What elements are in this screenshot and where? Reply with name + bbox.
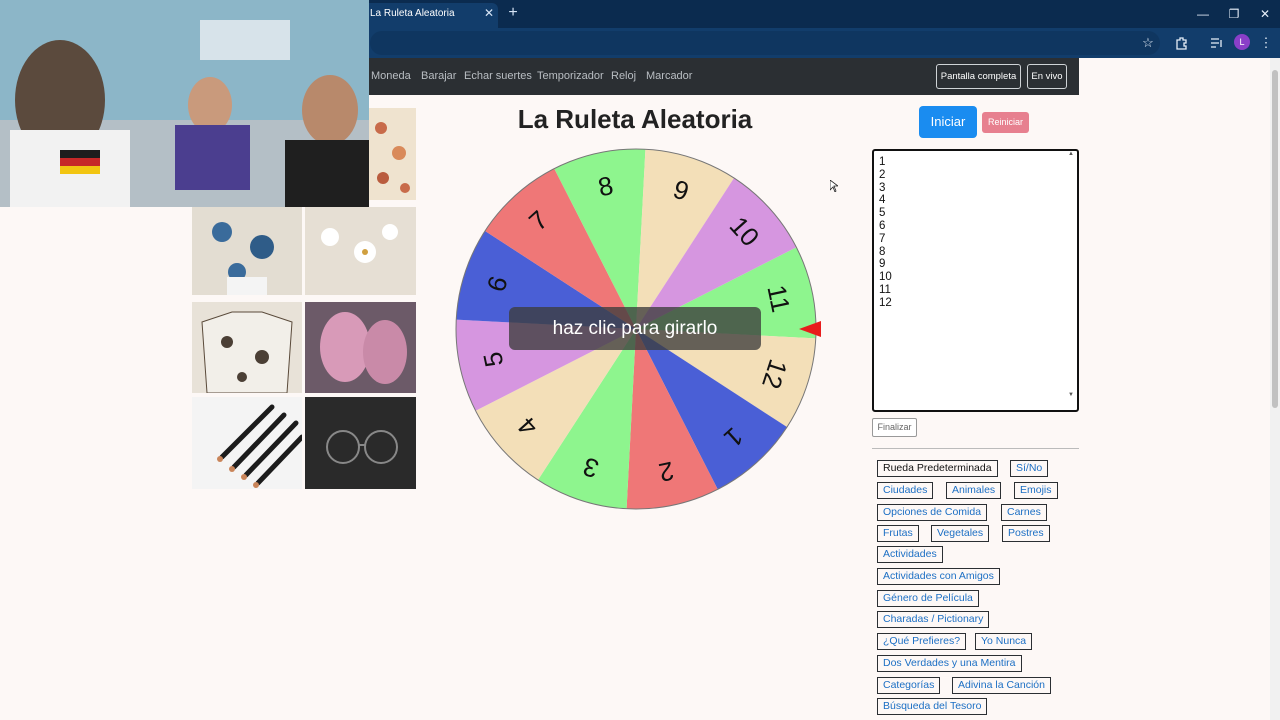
entry-line: 7 [879, 232, 886, 245]
preset-button[interactable]: Dos Verdades y una Mentira [877, 655, 1022, 672]
restore-icon[interactable]: ❐ [1221, 4, 1247, 24]
webcam-overlay [0, 0, 369, 207]
profile-avatar[interactable]: L [1234, 34, 1250, 50]
preset-button[interactable]: Ciudades [877, 482, 934, 499]
preset-button[interactable]: Búsqueda del Tesoro [877, 698, 988, 715]
ad-image-brush-pens[interactable] [192, 397, 302, 489]
address-bar[interactable] [370, 31, 1160, 55]
scroll-up-icon[interactable]: ▲ [1068, 151, 1074, 157]
preset-button[interactable]: Yo Nunca [975, 633, 1033, 650]
finish-button[interactable]: Finalizar [872, 418, 917, 437]
preset-button[interactable]: Actividades con Amigos [877, 568, 1000, 585]
wheel-pointer-icon [799, 321, 821, 337]
entry-line: 2 [879, 168, 886, 181]
ad-image-floral-top[interactable] [192, 207, 302, 295]
entry-line: 11 [879, 283, 891, 296]
preset-button[interactable]: Opciones de Comida [877, 504, 988, 521]
nav-link-temporizador[interactable]: Temporizador [537, 70, 604, 82]
nav-link-marcador[interactable]: Marcador [646, 70, 692, 82]
preset-button[interactable]: ¿Qué Prefieres? [877, 633, 967, 650]
entry-line: 5 [879, 207, 886, 220]
page-title: La Ruleta Aleatoria [517, 104, 753, 134]
ad-image-pink-shoes[interactable] [305, 302, 416, 393]
entry-line: 9 [879, 258, 886, 271]
nav-link-moneda[interactable]: Moneda [371, 70, 411, 82]
divider [872, 448, 1079, 449]
extensions-icon[interactable] [1172, 33, 1192, 53]
ad-image-glasses[interactable] [305, 397, 416, 489]
preset-button[interactable]: Actividades [877, 546, 943, 563]
entries-textarea[interactable]: 1 2 3 4 5 6 7 8 9 10 11 12 [872, 149, 1079, 412]
start-button[interactable]: Iniciar [919, 106, 977, 138]
preset-button[interactable]: Género de Película [877, 590, 979, 607]
entry-line: 6 [879, 219, 886, 232]
browser-tab[interactable]: La Ruleta Aleatoria [362, 3, 498, 28]
ad-image-printed-blouse[interactable] [192, 302, 302, 393]
preset-button[interactable]: Postres [1002, 525, 1050, 542]
preset-button[interactable]: Carnes [1001, 504, 1047, 521]
entry-line: 4 [879, 194, 886, 207]
page-scrollbar-thumb[interactable] [1272, 70, 1278, 408]
new-tab-icon[interactable]: + [505, 5, 521, 21]
preset-button[interactable]: Rueda Predeterminada [877, 460, 998, 477]
entry-line: 3 [879, 181, 886, 194]
preset-button[interactable]: Emojis [1014, 482, 1058, 499]
entry-line: 8 [879, 245, 886, 258]
live-button[interactable]: En vivo [1027, 64, 1067, 89]
nav-link-barajar[interactable]: Barajar [421, 70, 456, 82]
entry-line: 12 [879, 296, 892, 309]
fullscreen-button[interactable]: Pantalla completa [936, 64, 1021, 89]
entry-line: 10 [879, 271, 892, 284]
close-tab-icon[interactable]: ✕ [482, 6, 496, 20]
tab-title: La Ruleta Aleatoria [370, 8, 455, 19]
spin-hint-button[interactable]: haz clic para girarlo [509, 307, 761, 350]
entries-list: 1 2 3 4 5 6 7 8 9 10 11 12 [879, 156, 1077, 310]
preset-button[interactable]: Sí/No [1010, 460, 1049, 477]
preset-button[interactable]: Adivina la Canción [952, 677, 1051, 694]
media-controls-icon[interactable] [1207, 33, 1227, 53]
preset-button[interactable]: Vegetales [931, 525, 990, 542]
close-window-icon[interactable]: ✕ [1252, 4, 1278, 24]
preset-button[interactable]: Animales [946, 482, 1002, 499]
entry-line: 1 [879, 156, 886, 168]
reset-button[interactable]: Reiniciar [982, 112, 1029, 133]
scroll-down-icon[interactable]: ▼ [1068, 392, 1074, 398]
preset-button[interactable]: Charadas / Pictionary [877, 611, 990, 628]
mouse-cursor-icon [830, 180, 838, 192]
menu-icon[interactable]: ⋮ [1256, 33, 1276, 53]
minimize-icon[interactable]: — [1190, 4, 1216, 24]
preset-button[interactable]: Categorías [877, 677, 941, 694]
ad-image-white-flower-top[interactable] [305, 207, 416, 295]
bookmark-star-icon[interactable]: ☆ [1138, 33, 1158, 53]
ad-image-blouse[interactable] [369, 108, 416, 200]
nav-link-echar-suertes[interactable]: Echar suertes [464, 70, 532, 82]
preset-button[interactable]: Frutas [877, 525, 919, 542]
nav-link-reloj[interactable]: Reloj [611, 70, 636, 82]
